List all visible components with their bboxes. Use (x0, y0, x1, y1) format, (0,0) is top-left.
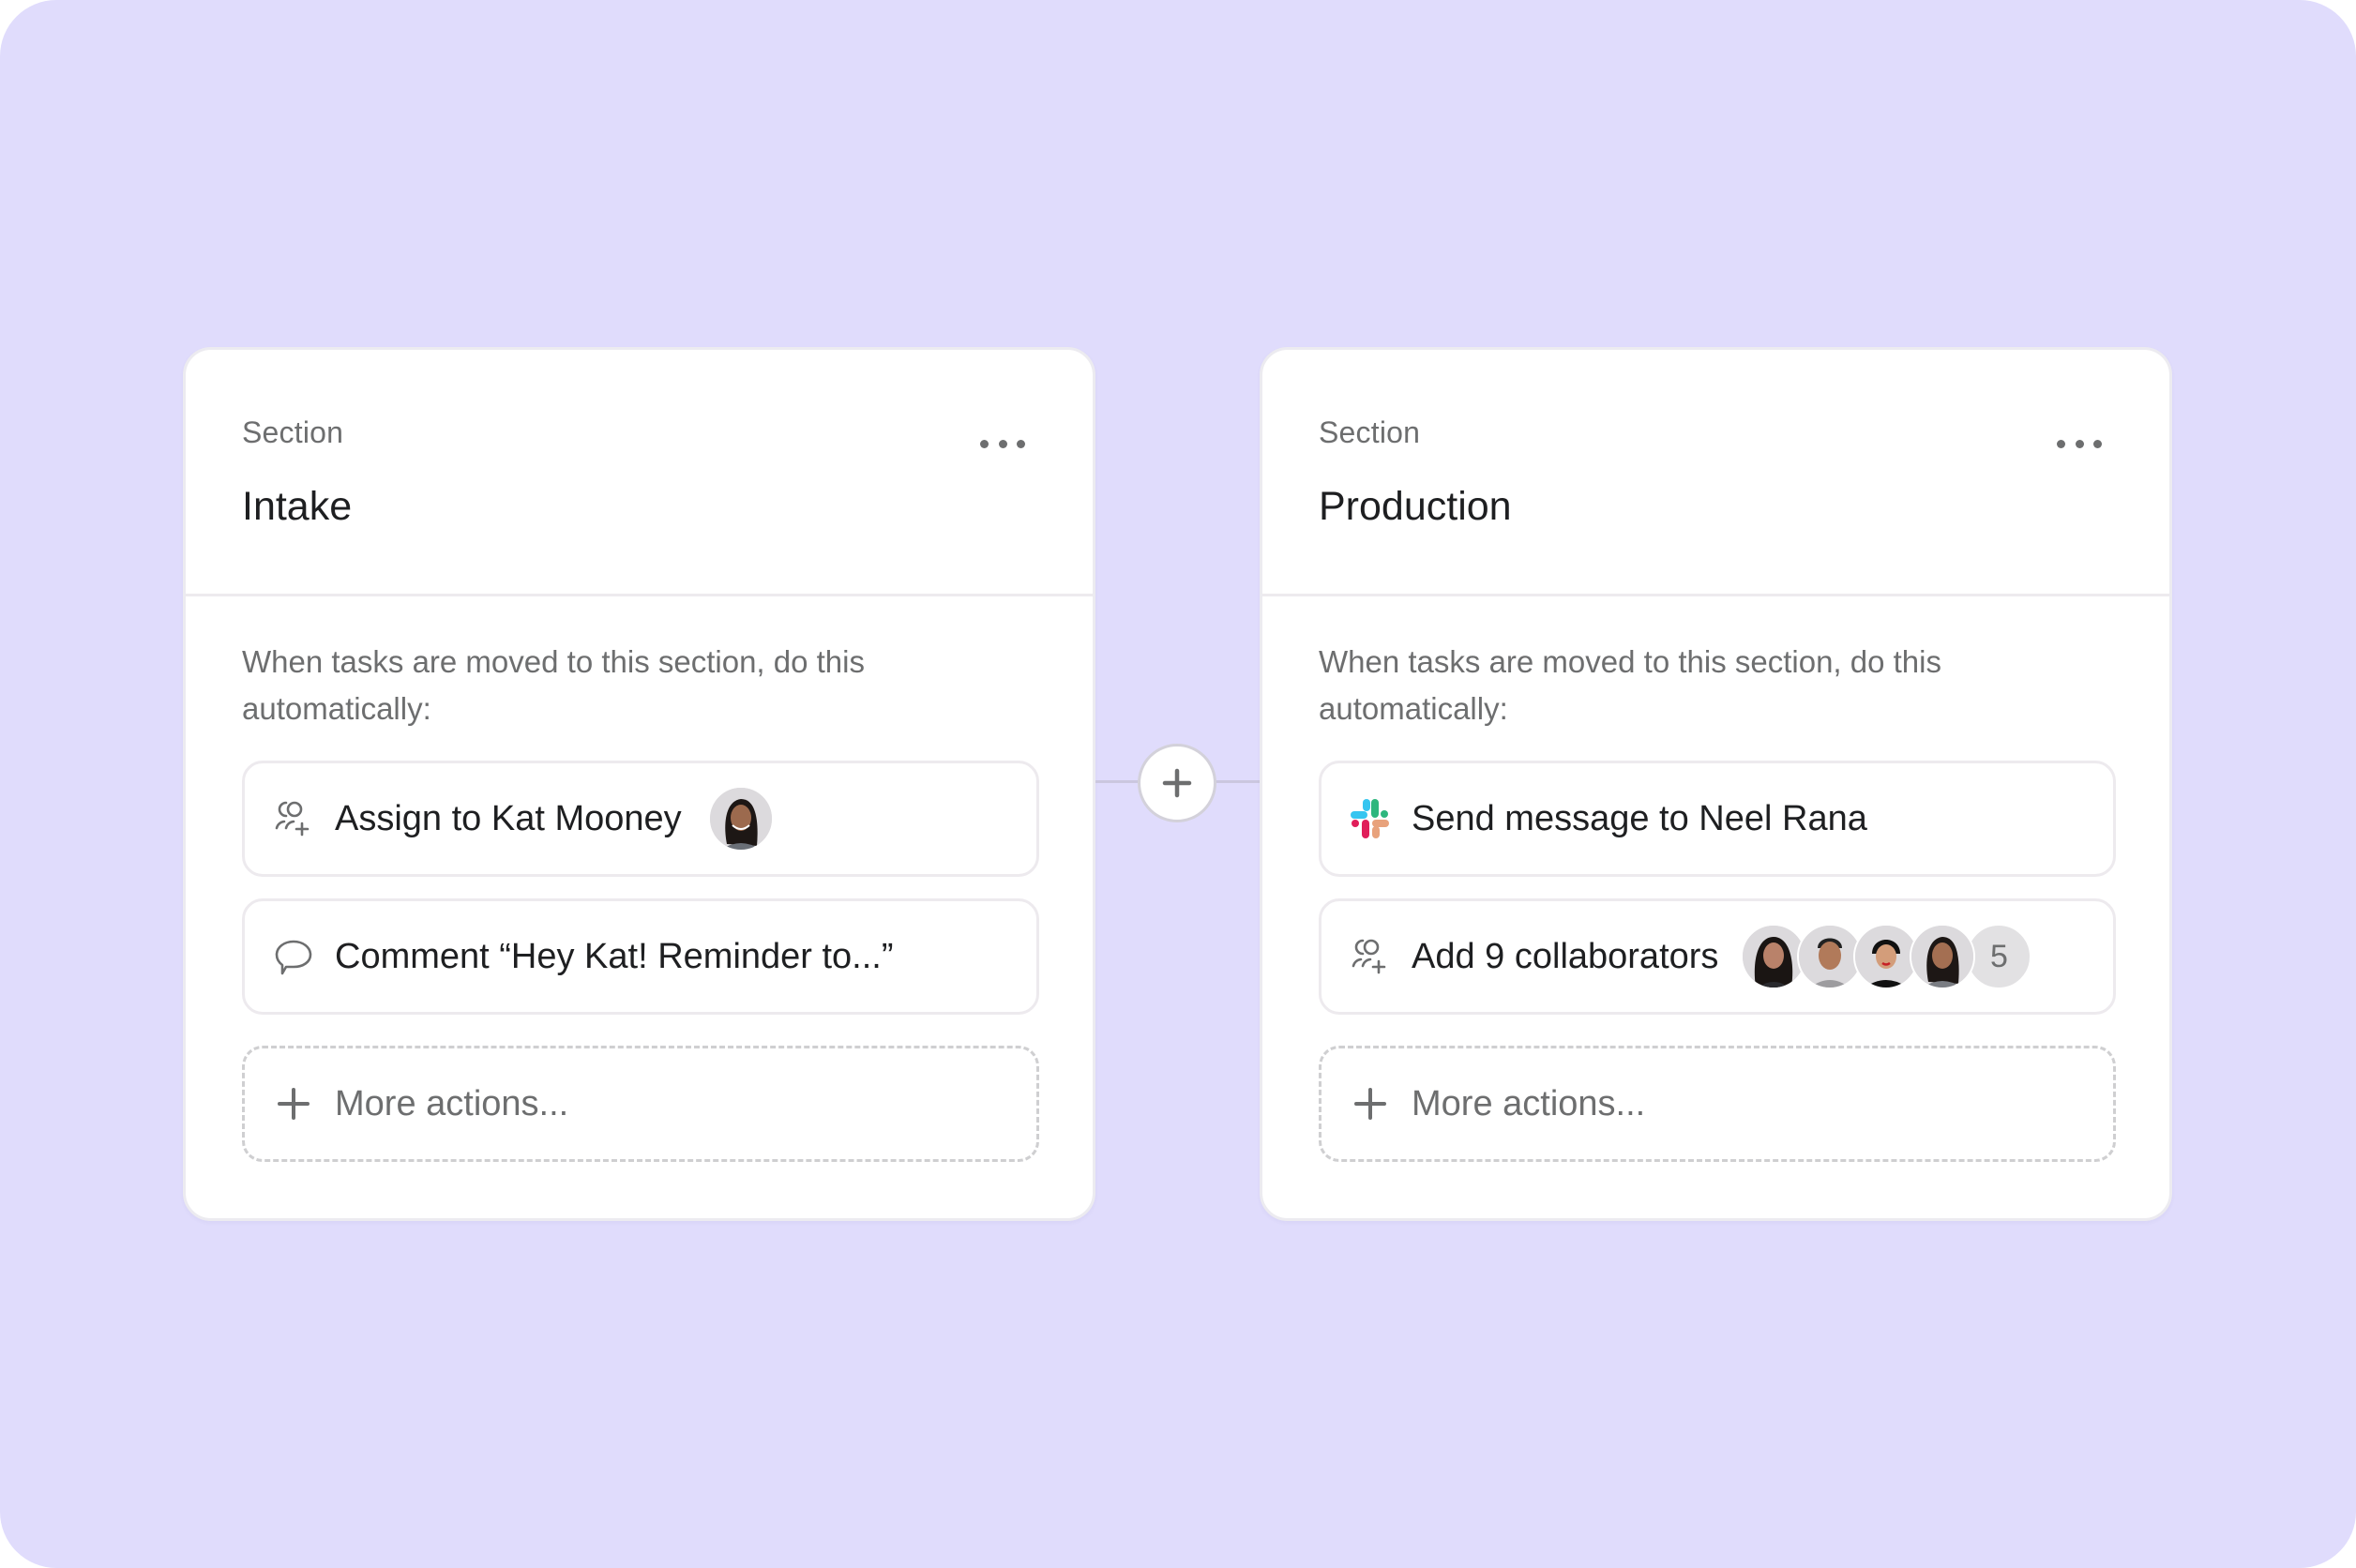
action-label: Send message to Neel Rana (1412, 798, 1867, 838)
section-label: Section (242, 415, 344, 449)
more-actions-button[interactable]: More actions... (242, 1046, 1039, 1162)
action-label: Add 9 collaborators (1412, 936, 1719, 976)
more-actions-label: More actions... (1412, 1083, 1646, 1123)
more-actions-label: More actions... (335, 1083, 569, 1123)
more-horizontal-icon (980, 439, 989, 448)
plus-icon (1348, 1081, 1393, 1126)
collaborator-avatars: 5 (1741, 924, 2032, 989)
action-label: Assign to Kat Mooney (335, 798, 682, 838)
action-slack-message[interactable]: Send message to Neel Rana (1319, 761, 2116, 877)
section-header: Section Production (1262, 350, 2169, 596)
section-card-intake: Section Intake When tasks are moved to t… (183, 347, 1095, 1221)
comment-icon (271, 934, 316, 979)
section-title: Production (1319, 484, 1512, 529)
section-card-production: Section Production When tasks are moved … (1260, 347, 2172, 1221)
section-label: Section (1319, 415, 1421, 449)
overflow-count-badge: 5 (1966, 924, 2032, 989)
more-horizontal-icon-dot (1017, 439, 1025, 448)
rule-description: When tasks are moved to this section, do… (1319, 644, 1941, 726)
more-horizontal-icon-dot (2075, 439, 2084, 448)
avatar-kat-mooney (707, 786, 774, 852)
more-horizontal-icon-dot (998, 439, 1007, 448)
action-label: Comment “Hey Kat! Reminder to...” (335, 936, 894, 976)
add-collaborators-icon (1348, 934, 1393, 979)
action-assign[interactable]: Assign to Kat Mooney (242, 761, 1039, 877)
section-title: Intake (242, 484, 353, 529)
plus-icon (1162, 768, 1192, 798)
slack-icon (1348, 796, 1393, 841)
action-comment[interactable]: Comment “Hey Kat! Reminder to...” (242, 898, 1039, 1015)
more-horizontal-icon-dot (2093, 439, 2102, 448)
add-section-button[interactable] (1138, 744, 1216, 822)
rule-description: When tasks are moved to this section, do… (242, 644, 865, 726)
action-add-collaborators[interactable]: Add 9 collaborators 5 (1319, 898, 2116, 1015)
more-horizontal-icon (2057, 439, 2065, 448)
more-options-button[interactable] (980, 432, 1025, 455)
more-actions-button[interactable]: More actions... (1319, 1046, 2116, 1162)
more-options-button[interactable] (2057, 432, 2102, 455)
plus-icon (271, 1081, 316, 1126)
avatar (1910, 924, 1976, 989)
assign-user-icon (271, 796, 316, 841)
section-header: Section Intake (186, 350, 1093, 596)
automation-canvas: Section Intake When tasks are moved to t… (0, 0, 2356, 1568)
